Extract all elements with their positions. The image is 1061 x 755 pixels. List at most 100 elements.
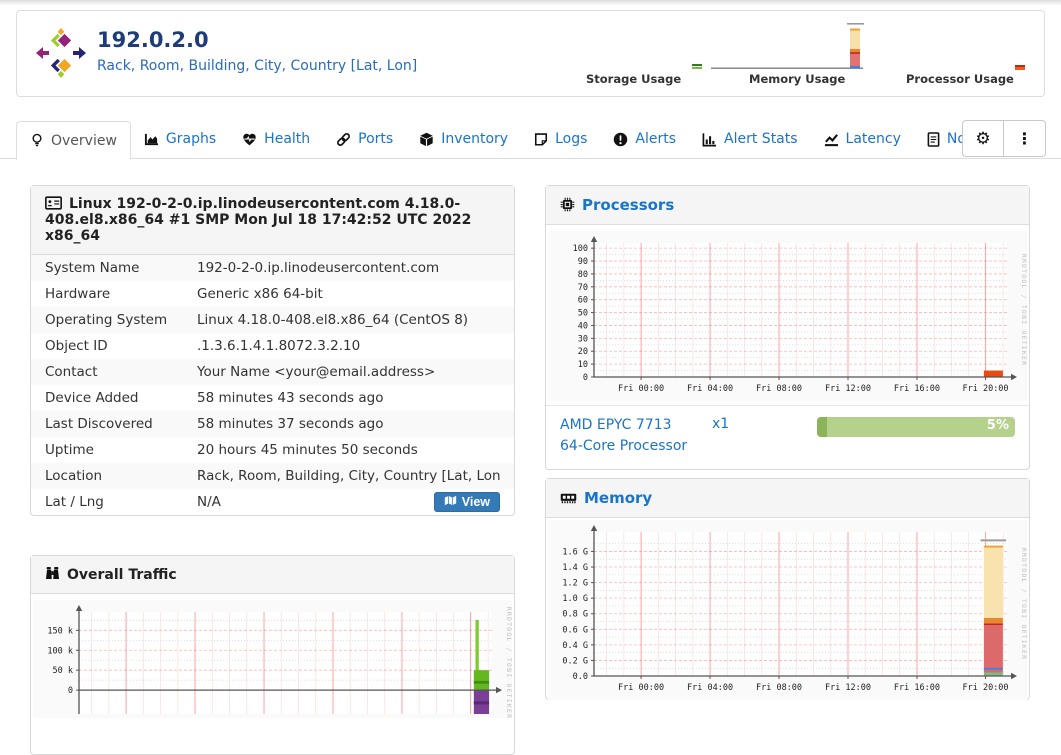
device-settings-button[interactable]: ⚙ [962,120,1004,157]
tab-overview[interactable]: Overview [16,121,131,160]
processor-usage-sparkline[interactable] [1014,62,1028,72]
svg-text:100 k: 100 k [47,646,73,656]
svg-text:RRDTOOL / TOBI OETIKER: RRDTOOL / TOBI OETIKER [1020,548,1027,661]
device-actions-group: ⚙ ⋮ [962,120,1046,157]
lightbulb-icon [30,133,44,148]
processors-title-link[interactable]: Processors [582,196,674,214]
storage-usage-label: Storage Usage [586,72,682,86]
svg-text:1.0 G: 1.0 G [562,594,588,604]
svg-text:Fri 12:00: Fri 12:00 [825,683,871,693]
tab-alert-stats[interactable]: Alert Stats [689,120,811,158]
microchip-icon [560,197,575,212]
svg-text:Fri 16:00: Fri 16:00 [894,384,940,394]
memory-panel: Memory 0.0 0.2 G 0.4 G 0.6 G 0.8 G 1.0 G 1.2 G… [545,478,1030,700]
svg-text:0: 0 [583,373,588,383]
device-tabbar: Overview Graphs Health Ports Inventory L… [0,120,1061,160]
tab-health[interactable]: Health [229,120,323,158]
top-shadow [0,0,1061,5]
svg-text:30: 30 [578,334,588,344]
svg-text:Fri 20:00: Fri 20:00 [962,683,1008,693]
tab-inventory[interactable]: Inventory [406,120,521,158]
table-row: Lat / Lng N/A View [31,489,514,515]
memory-header: Memory [546,479,1029,518]
cpu-count: x1 [712,416,730,432]
chart-area-icon [144,132,159,147]
overall-traffic-graph[interactable]: 0 50 k 100 k 150 k RRDTOOL / TOBI OETIKER [33,600,512,718]
tab-label: Alerts [635,131,677,147]
tab-ports[interactable]: Ports [323,120,406,158]
tab-logs[interactable]: Logs [521,120,600,158]
table-row: Operating System Linux 4.18.0-408.el8.x86… [31,307,514,333]
processors-graph[interactable]: 0 10 20 30 40 50 60 70 80 90 100 Fri 00:00 Fri 04:00… [548,231,1027,401]
cpu-name-link[interactable]: AMD EPYC 7713 64-Core Processor [560,415,712,457]
table-row: Location Rack, Room, Building, City, Coun… [31,463,514,489]
line-chart-icon [824,132,839,147]
svg-text:Fri 00:00: Fri 00:00 [618,384,664,394]
view-location-button[interactable]: View [433,492,500,512]
tab-label: Logs [555,131,588,147]
bar-chart-icon [702,132,717,147]
overall-traffic-header: Overall Traffic [31,556,514,594]
svg-text:0: 0 [68,686,73,696]
table-row: Uptime 20 hours 45 minutes 50 seconds [45,442,418,458]
svg-text:Fri 12:00: Fri 12:00 [825,384,871,394]
svg-text:Fri 00:00: Fri 00:00 [618,683,664,693]
svg-text:RRDTOOL / TOBI OETIKER: RRDTOOL / TOBI OETIKER [505,607,512,718]
overall-traffic-panel: Overall Traffic 0 50 k 100 k 150 k RRDTOOL /… [30,555,515,755]
memory-graph[interactable]: 0.0 0.2 G 0.4 G 0.6 G 0.8 G 1.0 G 1.2 G 1.4 G 1.… [548,520,1027,700]
svg-text:1.4 G: 1.4 G [562,563,588,573]
table-row: Last Discovered 58 minutes 37 seconds ago [31,411,514,437]
svg-text:0.0: 0.0 [573,672,588,682]
gear-icon: ⚙ [975,128,991,149]
system-description: Linux 192-0-2-0.ip.linodeusercontent.com… [45,196,472,244]
tab-label: Ports [358,131,394,147]
overall-traffic-title: Overall Traffic [67,567,177,583]
tab-label: Latency [845,131,901,147]
tab-latency[interactable]: Latency [811,120,914,158]
tab-graphs[interactable]: Graphs [131,120,229,158]
svg-text:80: 80 [578,270,588,280]
table-row: Hardware Generic x86 64-bit [45,286,323,302]
memory-title-link[interactable]: Memory [584,489,652,507]
svg-text:Fri 04:00: Fri 04:00 [687,384,733,394]
svg-text:10: 10 [578,360,588,370]
svg-text:0.6 G: 0.6 G [562,625,588,635]
tab-alerts[interactable]: Alerts [600,120,689,158]
svg-text:Fri 08:00: Fri 08:00 [756,384,802,394]
svg-text:Fri 16:00: Fri 16:00 [894,683,940,693]
device-header-card: 192.0.2.0 Rack, Room, Building, City, Co… [16,10,1045,97]
processors-panel: Processors 0 10 20 30 40 50 60 70 80 90 100 Fri 00:… [545,185,1030,470]
device-more-menu-button[interactable]: ⋮ [1004,120,1046,157]
device-location-link[interactable]: Rack, Room, Building, City, Country [Lat… [97,58,417,74]
svg-text:Fri 04:00: Fri 04:00 [687,683,733,693]
memory-icon [560,491,577,505]
processor-usage-label: Processor Usage [906,72,1014,86]
map-icon [444,495,457,509]
svg-text:0.2 G: 0.2 G [562,656,588,666]
cpu-usage-bar: 5% [817,417,1015,437]
table-row: Object ID .1.3.6.1.4.1.8072.3.2.10 [45,338,361,354]
svg-text:1.2 G: 1.2 G [562,579,588,589]
tab-label: Alert Stats [724,131,798,147]
centos-logo-icon [36,28,86,78]
binoculars-icon [45,566,60,581]
address-card-icon [45,196,62,210]
tab-label: Health [264,131,311,147]
svg-text:20: 20 [578,347,588,357]
svg-text:50 k: 50 k [53,666,73,676]
svg-text:50: 50 [578,309,588,319]
storage-usage-sparkline[interactable] [691,60,705,72]
cpu-usage-fill [817,417,827,437]
cpu-usage-percent: 5% [986,418,1009,433]
svg-text:100: 100 [573,244,588,254]
svg-text:Fri 08:00: Fri 08:00 [756,683,802,693]
processor-row: AMD EPYC 7713 64-Core Processor x1 5% [546,405,1029,469]
svg-text:90: 90 [578,257,588,267]
tab-label: Inventory [441,131,509,147]
memory-usage-label: Memory Usage [749,72,846,86]
table-row: Device Added 58 minutes 43 seconds ago [45,390,384,406]
exclamation-circle-icon [613,132,628,147]
link-icon [336,132,351,147]
svg-text:60: 60 [578,296,588,306]
memory-usage-sparkline[interactable] [709,21,865,73]
